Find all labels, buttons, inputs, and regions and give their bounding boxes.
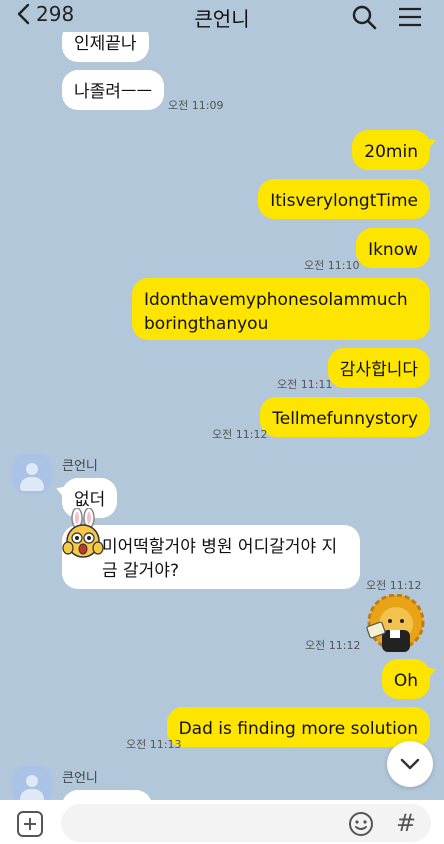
sender-name: 큰언니 [62,771,98,786]
message-bubble[interactable]: Dad is finding more solution [166,707,430,747]
message-text: Oh [393,671,418,691]
chat-area[interactable]: 인제끝나 나졸려ㅡㅡ 오전 11:09 20min ItisverylongtT… [0,0,444,830]
message-bubble[interactable]: Idonthavemyphonesolammuchboringthanyou [132,278,430,340]
message-bubble[interactable]: 감사합니다 [327,348,430,388]
unread-count: 298 [36,2,75,26]
message-text: 나졸려ㅡㅡ [74,82,153,102]
message-time: 오전 11:12 [212,428,268,441]
message-input[interactable] [77,804,341,844]
avatar-head [26,775,38,787]
plus-icon[interactable] [17,811,43,837]
avatar-body [20,477,44,491]
message-bubble[interactable]: 나졸려ㅡㅡ [62,70,165,110]
back-button[interactable]: 298 [14,2,74,26]
message-text: 없더 [74,490,106,510]
message-text: 20min [364,142,418,162]
message-bubble[interactable]: 20min [352,130,430,170]
message-bubble[interactable]: Oh [381,659,430,699]
sender-name: 큰언니 [62,459,98,474]
message-field-container[interactable] [61,804,431,844]
lion-emoticon-icon [366,594,425,652]
hash-icon[interactable]: # [396,809,416,837]
chat-header: 298 큰언니 [0,0,444,32]
message-text: ItisverylongtTime [270,191,418,211]
message-input-bar [0,800,444,844]
message-time: 오전 11:12 [305,639,361,652]
message-text: Iknow [368,240,418,260]
scroll-to-bottom-button[interactable] [387,741,433,787]
message-text: 인제끝나 [74,34,137,54]
avatar[interactable] [12,454,52,494]
message-time: 오전 11:11 [277,378,333,391]
avatar-head [26,463,38,475]
message-text: Idonthavemyphonesolammuchboringthanyou [144,290,408,334]
message-bubble[interactable]: ItisverylongtTime [258,179,430,219]
message-text: Tellmefunnystory [272,409,418,429]
chevron-left-icon [17,3,30,25]
hamburger-menu-icon[interactable] [396,3,424,31]
message-bubble[interactable]: Iknow [356,228,430,268]
message-time: 오전 11:10 [304,259,360,272]
smiley-icon[interactable] [348,811,374,837]
search-icon[interactable] [350,3,378,31]
message-time: 오전 11:13 [126,738,182,751]
chevron-down-icon [400,758,420,770]
message-text: 미어떡할거야 병원 어디갈거야 지금 갈거야? [102,537,338,581]
message-text: Dad is finding more solution [178,719,418,739]
message-text: 감사합니다 [339,360,418,380]
bunny-emoticon-icon [62,508,104,558]
message-time: 오전 11:09 [168,99,224,112]
message-time: 오전 11:12 [366,579,422,592]
message-bubble[interactable]: Tellmefunnystory [260,397,430,437]
